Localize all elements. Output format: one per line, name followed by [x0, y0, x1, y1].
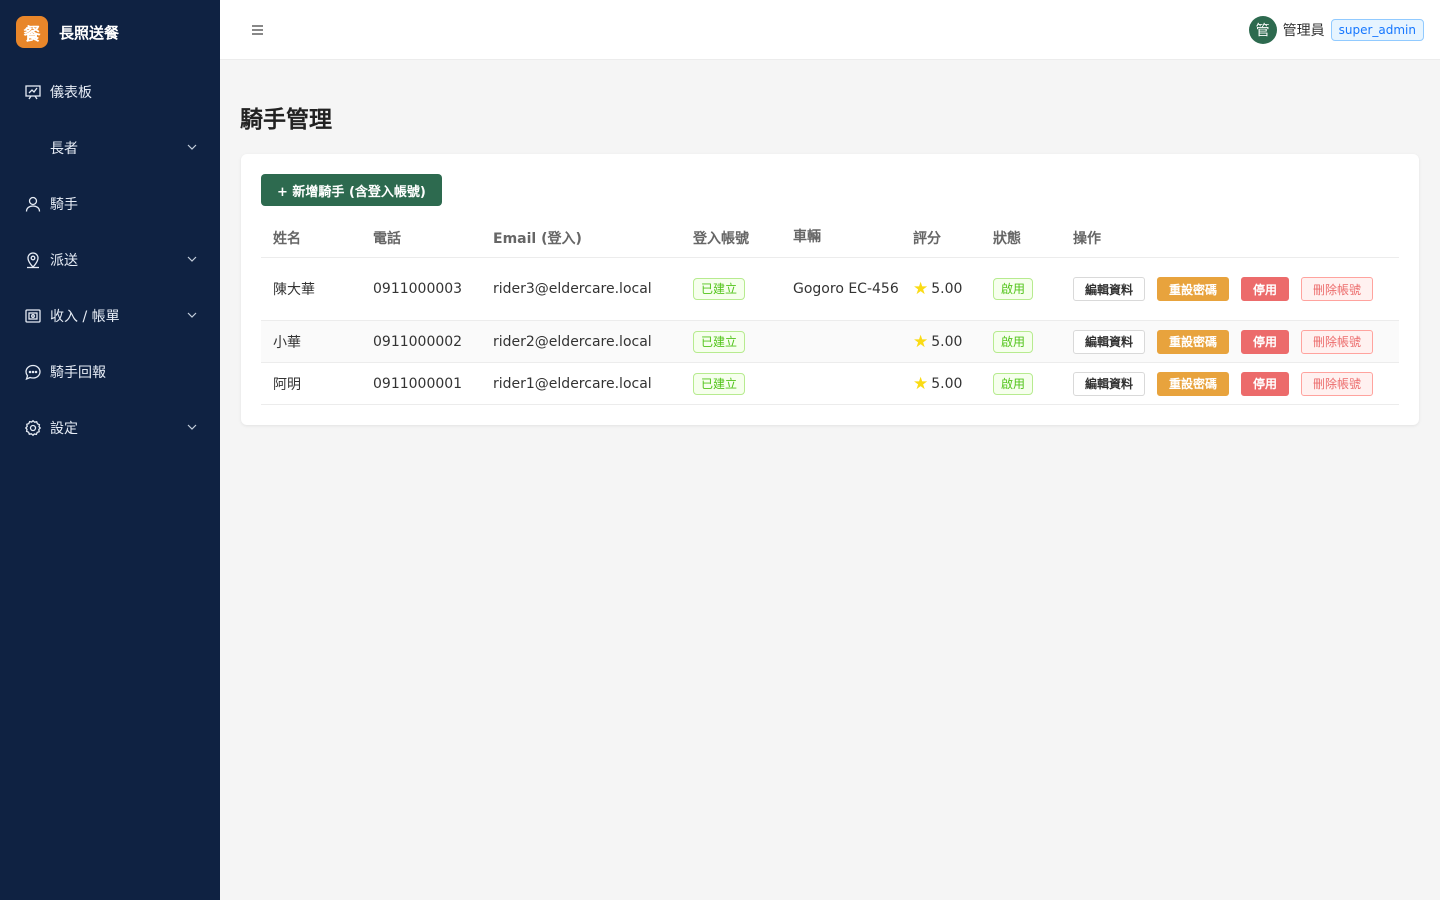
chevron-down-icon	[186, 253, 198, 265]
status-badge: 啟用	[993, 372, 1034, 395]
rider-phone: 0911000003	[373, 281, 463, 297]
rider-email: rider2@eldercare.local	[493, 333, 652, 350]
riders-card: + 新增騎手 (含登入帳號) 姓名 電話 Email (登入) 登入帳號 車輛 …	[241, 154, 1419, 425]
account-status-badge: 已建立	[693, 278, 746, 300]
reset-password-button[interactable]: 重設密碼	[1157, 371, 1230, 396]
brand-title: 長照送餐	[59, 23, 120, 42]
actions-cell: 編輯資料 重設密碼 停用 刪除帳號	[1073, 363, 1385, 404]
edit-button[interactable]: 編輯資料	[1073, 329, 1146, 354]
dashboard-icon	[24, 83, 42, 101]
rider-phone: 0911000002	[373, 333, 463, 350]
user-name: 管理員	[1282, 23, 1325, 39]
sidebar-item-dispatch[interactable]: 派送	[0, 232, 220, 288]
rider-name: 小華	[273, 334, 301, 351]
riders-table: 姓名 電話 Email (登入) 登入帳號 車輛 評分 狀態 操作 陳大華 09…	[261, 218, 1399, 405]
actions-cell: 編輯資料 重設密碼 停用 刪除帳號	[1073, 321, 1385, 362]
sidebar-item-label: 派送	[50, 253, 78, 269]
status-badge: 啟用	[993, 330, 1034, 353]
column-header-status: 狀態	[993, 230, 1021, 247]
account-status-badge: 已建立	[693, 330, 746, 353]
sidebar-item-label: 儀表板	[50, 85, 92, 101]
actions-cell: 編輯資料 重設密碼 停用 刪除帳號	[1073, 258, 1385, 320]
sidebar-item-settings[interactable]: 設定	[0, 400, 220, 456]
disable-button[interactable]: 停用	[1241, 329, 1290, 354]
rider-rating: 5.00	[931, 375, 963, 392]
wallet-icon	[24, 307, 42, 325]
rating-cell: ★ 5.00	[913, 321, 962, 362]
delete-account-button[interactable]: 刪除帳號	[1301, 277, 1374, 301]
disable-button[interactable]: 停用	[1241, 277, 1290, 301]
sidebar: 餐 長照送餐 儀表板 長者 騎手 派送 收入 / 帳單 騎手回報 設定	[0, 0, 220, 900]
gear-icon	[24, 419, 42, 437]
status-cell: 啟用	[993, 258, 1034, 320]
rider-vehicle	[793, 321, 903, 362]
status-cell: 啟用	[993, 363, 1034, 404]
column-header-email: Email (登入)	[493, 230, 582, 247]
page-title: 騎手管理	[240, 107, 332, 133]
sidebar-item-income[interactable]: 收入 / 帳單	[0, 288, 220, 344]
avatar: 管	[1248, 16, 1277, 44]
star-icon: ★	[913, 373, 929, 394]
rider-phone: 0911000001	[373, 375, 463, 392]
account-cell: 已建立	[693, 363, 746, 404]
table-header-row: 姓名 電話 Email (登入) 登入帳號 車輛 評分 狀態 操作	[261, 218, 1399, 258]
sidebar-item-label: 騎手回報	[50, 365, 106, 381]
account-status-badge: 已建立	[693, 372, 746, 395]
rating-cell: ★ 5.00	[913, 363, 962, 404]
sidebar-item-dashboard[interactable]: 儀表板	[0, 64, 220, 120]
column-header-phone: 電話	[373, 230, 401, 247]
table-row: 阿明 0911000001 rider1@eldercare.local 已建立…	[261, 363, 1399, 405]
edit-button[interactable]: 編輯資料	[1073, 371, 1146, 396]
column-header-vehicle: 車輛	[793, 229, 821, 245]
location-icon	[24, 251, 42, 269]
chevron-down-icon	[186, 421, 198, 433]
edit-button[interactable]: 編輯資料	[1073, 277, 1146, 301]
star-icon: ★	[913, 279, 929, 299]
disable-button[interactable]: 停用	[1241, 371, 1290, 396]
status-cell: 啟用	[993, 321, 1034, 362]
chevron-down-icon	[186, 141, 198, 153]
rider-vehicle	[793, 363, 903, 404]
chat-icon	[24, 363, 42, 381]
reset-password-button[interactable]: 重設密碼	[1157, 329, 1230, 354]
sidebar-item-label: 長者	[50, 141, 78, 157]
sidebar-item-label: 騎手	[50, 197, 78, 213]
user-menu[interactable]: 管 管理員 super_admin	[1248, 16, 1424, 44]
column-header-account: 登入帳號	[693, 230, 749, 247]
rating-cell: ★ 5.00	[913, 258, 962, 320]
rider-email: rider1@eldercare.local	[493, 375, 652, 392]
rider-rating: 5.00	[931, 281, 963, 297]
column-header-rating: 評分	[913, 230, 941, 247]
status-badge: 啟用	[993, 278, 1034, 300]
column-header-actions: 操作	[1073, 230, 1101, 247]
top-header: 管 管理員 super_admin	[220, 0, 1440, 60]
chevron-down-icon	[186, 309, 198, 321]
rider-email: rider3@eldercare.local	[493, 281, 652, 297]
sidebar-item-elders[interactable]: 長者	[0, 120, 220, 176]
star-icon: ★	[913, 331, 929, 352]
rider-name: 陳大華	[273, 282, 315, 298]
sidebar-item-riders[interactable]: 騎手	[0, 176, 220, 232]
reset-password-button[interactable]: 重設密碼	[1157, 277, 1230, 301]
delete-account-button[interactable]: 刪除帳號	[1301, 371, 1374, 396]
table-row: 陳大華 0911000003 rider3@eldercare.local 已建…	[261, 258, 1399, 321]
user-icon	[24, 195, 42, 213]
table-row: 小華 0911000002 rider2@eldercare.local 已建立…	[261, 321, 1399, 363]
sidebar-item-label: 收入 / 帳單	[50, 309, 120, 325]
brand[interactable]: 餐 長照送餐	[0, 0, 220, 64]
role-badge: super_admin	[1330, 19, 1424, 41]
rider-vehicle: Gogoro EC-456	[793, 280, 899, 297]
account-cell: 已建立	[693, 258, 746, 320]
delete-account-button[interactable]: 刪除帳號	[1301, 329, 1374, 354]
sidebar-item-label: 設定	[50, 421, 78, 437]
rider-name: 阿明	[273, 376, 301, 393]
account-cell: 已建立	[693, 321, 746, 362]
brand-logo: 餐	[16, 16, 48, 48]
menu-toggle-icon[interactable]	[251, 22, 265, 38]
sidebar-item-rider-reports[interactable]: 騎手回報	[0, 344, 220, 400]
rider-rating: 5.00	[931, 333, 963, 350]
column-header-name: 姓名	[273, 230, 301, 247]
add-rider-button[interactable]: + 新增騎手 (含登入帳號)	[261, 174, 442, 206]
